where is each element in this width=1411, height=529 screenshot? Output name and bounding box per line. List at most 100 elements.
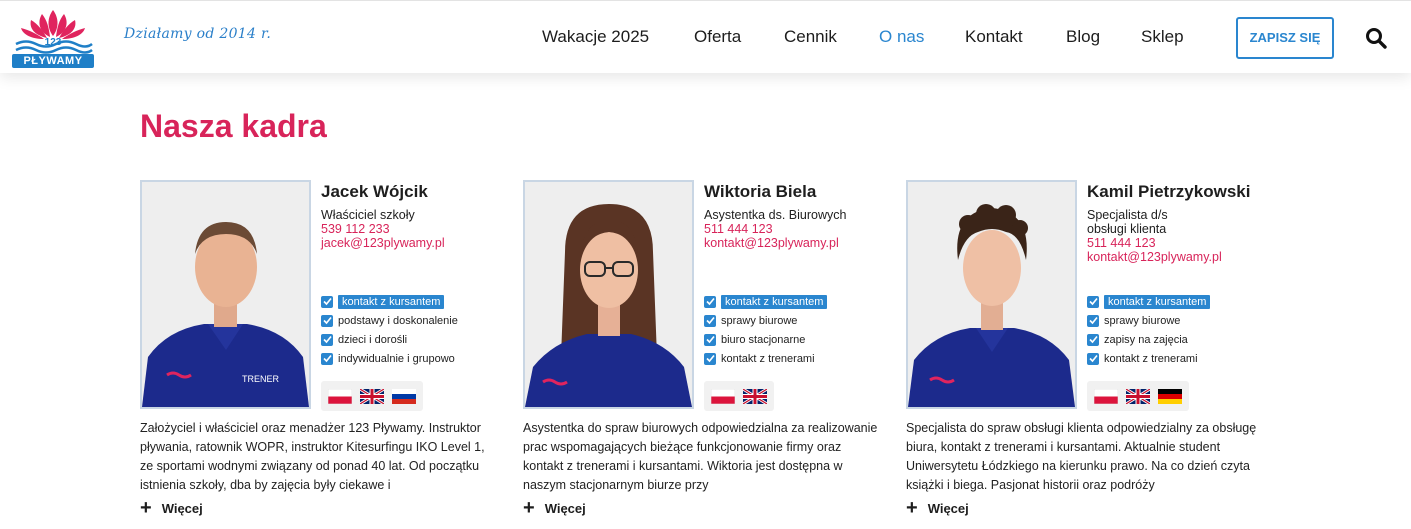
- staff-phone[interactable]: 511 444 123: [704, 222, 894, 236]
- staff-info: Jacek Wójcik Właściciel szkoły 539 112 2…: [321, 180, 511, 250]
- site-logo[interactable]: 123 PŁYWAMY: [12, 8, 94, 68]
- check-icon: [1087, 333, 1099, 346]
- more-label: Więcej: [927, 500, 969, 516]
- plus-icon: +: [140, 497, 152, 519]
- tag-item: dzieci i dorośli: [321, 330, 458, 349]
- nav-item-blog[interactable]: Blog: [1066, 27, 1100, 47]
- tag-item: kontakt z trenerami: [704, 349, 827, 368]
- flag-pl-icon: [711, 388, 735, 404]
- language-flags: [704, 381, 774, 411]
- tag-label: kontakt z kursantem: [338, 294, 445, 309]
- check-icon: [321, 352, 333, 365]
- tag-label: kontakt z trenerami: [721, 352, 815, 365]
- check-icon: [1087, 295, 1099, 308]
- tag-item: sprawy biurowe: [704, 311, 827, 330]
- check-icon: [321, 314, 333, 327]
- check-icon: [321, 333, 333, 346]
- tag-item: kontakt z kursantem: [704, 292, 828, 311]
- staff-name: Wiktoria Biela: [704, 182, 817, 201]
- staff-tags: kontakt z kursantem sprawy biurowe biuro…: [704, 292, 828, 368]
- nav-item-wakacje[interactable]: Wakacje 2025: [542, 27, 649, 47]
- check-icon: [321, 295, 333, 308]
- nav-item-kontakt[interactable]: Kontakt: [965, 27, 1023, 47]
- language-flags: [321, 381, 423, 411]
- staff-role: Asystentka ds. Biurowych: [704, 208, 847, 222]
- nav-item-oferta[interactable]: Oferta: [694, 27, 741, 47]
- check-icon: [704, 352, 716, 365]
- staff-name: Kamil Pietrzykowski: [1087, 182, 1251, 201]
- flag-gb-icon: [743, 388, 767, 404]
- staff-phone[interactable]: 511 444 123: [1087, 236, 1277, 250]
- language-flags: [1087, 381, 1189, 411]
- staff-role: Specjalista d/s obsługi klienta: [1087, 208, 1168, 236]
- check-icon: [704, 295, 716, 308]
- plus-icon: +: [523, 497, 535, 519]
- flag-pl-icon: [328, 388, 352, 404]
- check-icon: [1087, 314, 1099, 327]
- staff-card: Wiktoria Biela Asystentka ds. Biurowych …: [523, 180, 893, 529]
- signup-button[interactable]: ZAPISZ SIĘ: [1236, 17, 1334, 59]
- tag-item: podstawy i doskonalenie: [321, 311, 458, 330]
- staff-role: Właściciel szkoły: [321, 208, 415, 222]
- tag-label: biuro stacjonarne: [721, 333, 806, 346]
- svg-text:TRENER: TRENER: [242, 374, 280, 384]
- site-header: 123 PŁYWAMY Działamy od 2014 r. Wakacje …: [0, 0, 1411, 73]
- staff-phone[interactable]: 539 112 233: [321, 222, 511, 236]
- nav-item-o-nas[interactable]: O nas: [879, 27, 924, 47]
- tagline: Działamy od 2014 r.: [124, 26, 272, 42]
- tag-item: indywidualnie i grupowo: [321, 349, 458, 368]
- more-button[interactable]: + Więcej: [906, 497, 969, 519]
- plus-icon: +: [906, 497, 918, 519]
- tag-label: podstawy i doskonalenie: [338, 314, 458, 327]
- search-icon[interactable]: [1365, 27, 1387, 49]
- tag-item: biuro stacjonarne: [704, 330, 827, 349]
- staff-email[interactable]: kontakt@123plywamy.pl: [1087, 250, 1277, 264]
- staff-photo: [906, 180, 1077, 409]
- tag-label: dzieci i dorośli: [338, 333, 408, 346]
- staff-info: Wiktoria Biela Asystentka ds. Biurowych …: [704, 180, 894, 250]
- tag-item: kontakt z trenerami: [1087, 349, 1210, 368]
- staff-bio: Założyciel i właściciel oraz menadżer 12…: [140, 421, 485, 492]
- nav-item-sklep[interactable]: Sklep: [1141, 27, 1184, 47]
- check-icon: [704, 314, 716, 327]
- flag-ru-icon: [392, 388, 416, 404]
- flag-gb-icon: [360, 388, 384, 404]
- logo-number: 123: [44, 37, 62, 48]
- tag-item: kontakt z kursantem: [1087, 292, 1211, 311]
- staff-bio: Specjalista do spraw obsługi klienta odp…: [906, 421, 1257, 492]
- nav-item-cennik[interactable]: Cennik: [784, 27, 837, 47]
- staff-card: TRENER Jacek Wójcik Właściciel szkoły 53…: [140, 180, 510, 529]
- tag-label: kontakt z kursantem: [1104, 294, 1211, 309]
- staff-card: Kamil Pietrzykowski Specjalista d/s obsł…: [906, 180, 1276, 529]
- tag-label: sprawy biurowe: [721, 314, 798, 327]
- check-icon: [1087, 352, 1099, 365]
- staff-email[interactable]: jacek@123plywamy.pl: [321, 236, 511, 250]
- flag-gb-icon: [1126, 388, 1150, 404]
- tag-label: sprawy biurowe: [1104, 314, 1181, 327]
- lotus-icon: [15, 10, 93, 54]
- staff-tags: kontakt z kursantem podstawy i doskonale…: [321, 292, 458, 368]
- more-button[interactable]: + Więcej: [523, 497, 586, 519]
- flag-pl-icon: [1094, 388, 1118, 404]
- more-label: Więcej: [544, 500, 586, 516]
- tag-label: indywidualnie i grupowo: [338, 352, 455, 365]
- tag-item: zapisy na zajęcia: [1087, 330, 1210, 349]
- tag-item: kontakt z kursantem: [321, 292, 458, 311]
- tag-label: zapisy na zajęcia: [1104, 333, 1188, 346]
- check-icon: [704, 333, 716, 346]
- staff-info: Kamil Pietrzykowski Specjalista d/s obsł…: [1087, 180, 1277, 264]
- staff-photo: TRENER: [140, 180, 311, 409]
- tag-item: sprawy biurowe: [1087, 311, 1210, 330]
- more-label: Więcej: [161, 500, 203, 516]
- tag-label: kontakt z kursantem: [721, 294, 828, 309]
- logo-text: PŁYWAMY: [12, 54, 94, 68]
- flag-de-icon: [1158, 388, 1182, 404]
- tag-label: kontakt z trenerami: [1104, 352, 1198, 365]
- staff-photo: [523, 180, 694, 409]
- staff-tags: kontakt z kursantem sprawy biurowe zapis…: [1087, 292, 1211, 368]
- staff-name: Jacek Wójcik: [321, 182, 428, 201]
- staff-email[interactable]: kontakt@123plywamy.pl: [704, 236, 894, 250]
- page-title: Nasza kadra: [140, 108, 327, 144]
- more-button[interactable]: + Więcej: [140, 497, 203, 519]
- staff-bio: Asystentka do spraw biurowych odpowiedzi…: [523, 421, 878, 492]
